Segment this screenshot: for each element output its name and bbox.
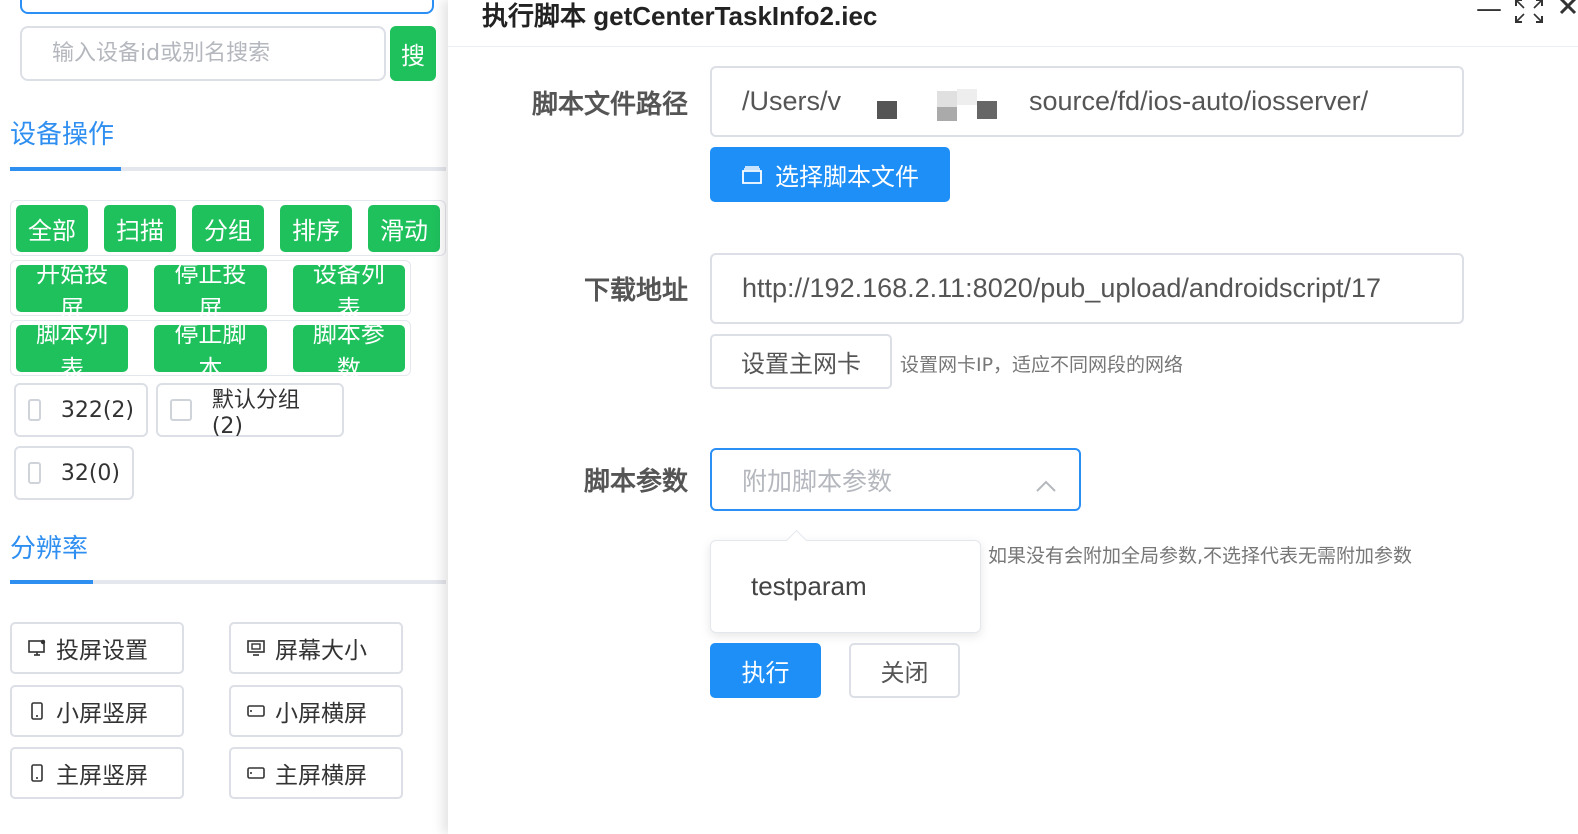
- device-ops-row-3: 脚本列表 停止脚本 脚本参数: [10, 320, 411, 383]
- group-checkbox-default[interactable]: 默认分组(2): [156, 383, 344, 439]
- portrait-icon: [26, 763, 48, 783]
- screen-size-button[interactable]: 屏幕大小: [229, 622, 403, 674]
- group-checkbox-322[interactable]: 322(2): [14, 383, 148, 437]
- landscape-icon: [245, 701, 267, 721]
- button-label: 选择脚本文件: [775, 164, 919, 191]
- sort-button[interactable]: 排序: [280, 205, 352, 252]
- script-params-hint: 如果没有会附加全局参数,不选择代表无需附加参数: [988, 545, 1413, 567]
- close-icon[interactable]: [1558, 0, 1578, 27]
- checkbox-box[interactable]: [28, 399, 41, 421]
- script-list-button[interactable]: 脚本列表: [16, 320, 129, 383]
- execute-script-dialog: 执行脚本 getCenterTaskInfo2.iec — 脚本文件路径 /Us…: [448, 0, 1578, 834]
- resolution-title: 分辨率: [10, 534, 89, 564]
- screen-size-icon: [245, 638, 267, 658]
- close-button[interactable]: 关闭: [849, 643, 960, 698]
- folder-icon: [741, 165, 763, 185]
- all-button[interactable]: 全部: [16, 205, 88, 252]
- cast-settings-button[interactable]: 投屏设置: [10, 622, 184, 674]
- portrait-icon: [26, 701, 48, 721]
- button-label: 屏幕大小: [275, 637, 367, 663]
- execute-button[interactable]: 执行: [710, 643, 821, 698]
- maximize-icon[interactable]: [1514, 0, 1544, 31]
- set-nic-hint: 设置网卡IP，适应不同网段的网络: [900, 354, 1184, 376]
- device-sidebar: 搜 设备操作 全部 扫描 分组 排序 滑动 开始投屏 停止投屏 设备列表 脚本列…: [0, 0, 448, 834]
- download-url-field[interactable]: http://192.168.2.11:8020/pub_upload/andr…: [710, 253, 1464, 324]
- main-portrait-button[interactable]: 主屏竖屏: [10, 747, 184, 799]
- device-search-input[interactable]: [20, 26, 386, 81]
- resolution-divider: [10, 580, 446, 584]
- button-label: 主屏横屏: [275, 762, 367, 788]
- dialog-title: 执行脚本 getCenterTaskInfo2.iec: [482, 1, 878, 31]
- download-url-text: http://192.168.2.11:8020/pub_upload/andr…: [742, 273, 1382, 303]
- button-label: 投屏设置: [56, 637, 148, 663]
- start-cast-button[interactable]: 开始投屏: [16, 260, 129, 323]
- script-path-label: 脚本文件路径: [531, 90, 688, 120]
- script-path-text-start: /Users/v: [742, 86, 842, 116]
- script-params-dropdown: testparam: [710, 529, 981, 633]
- device-list-button[interactable]: 设备列表: [292, 260, 405, 323]
- download-url-label: 下载地址: [583, 276, 688, 306]
- minimize-icon[interactable]: —: [1476, 0, 1502, 24]
- search-button[interactable]: 搜: [390, 26, 436, 81]
- group-checkbox-32[interactable]: 32(0): [14, 446, 134, 500]
- main-landscape-button[interactable]: 主屏横屏: [229, 747, 403, 799]
- group-label: 32(0): [60, 460, 120, 486]
- monitor-settings-icon: [26, 638, 48, 658]
- select-placeholder: 附加脚本参数: [742, 466, 893, 496]
- script-params-label: 脚本参数: [583, 467, 688, 497]
- group-button[interactable]: 分组: [192, 205, 264, 252]
- device-ops-title: 设备操作: [10, 120, 115, 150]
- swipe-button[interactable]: 滑动: [368, 205, 440, 252]
- group-label: 默认分组(2): [211, 387, 300, 439]
- dropdown-option-testparam[interactable]: testparam: [751, 571, 867, 602]
- device-ops-row-2: 开始投屏 停止投屏 设备列表: [10, 260, 411, 323]
- stop-cast-button[interactable]: 停止投屏: [154, 260, 267, 323]
- script-params-button[interactable]: 脚本参数: [292, 320, 405, 383]
- script-params-select[interactable]: 附加脚本参数: [710, 448, 1081, 511]
- scan-button[interactable]: 扫描: [104, 205, 176, 252]
- checkbox-box[interactable]: [28, 462, 41, 484]
- button-label: 小屏横屏: [275, 700, 367, 726]
- dialog-header: 执行脚本 getCenterTaskInfo2.iec —: [448, 0, 1578, 47]
- redacted-area: [841, 87, 1029, 121]
- choose-script-file-button[interactable]: 选择脚本文件: [710, 147, 950, 202]
- landscape-icon: [245, 763, 267, 783]
- script-path-field[interactable]: /Users/v source/fd/ios-auto/iosserver/: [710, 66, 1464, 137]
- group-label: 322(2): [60, 397, 134, 423]
- device-ops-row-1: 全部 扫描 分组 排序 滑动: [10, 200, 446, 256]
- small-portrait-button[interactable]: 小屏竖屏: [10, 685, 184, 737]
- stop-script-button[interactable]: 停止脚本: [154, 320, 267, 383]
- checkbox-box[interactable]: [170, 399, 192, 421]
- group-input[interactable]: [20, 0, 434, 14]
- small-landscape-button[interactable]: 小屏横屏: [229, 685, 403, 737]
- chevron-up-icon: [1035, 470, 1057, 499]
- device-ops-divider: [10, 167, 446, 171]
- set-main-nic-button[interactable]: 设置主网卡: [710, 334, 892, 389]
- button-label: 主屏竖屏: [56, 762, 148, 788]
- script-path-text-end: source/fd/ios-auto/iosserver/: [1029, 86, 1369, 116]
- dropdown-arrow: [785, 529, 808, 552]
- button-label: 小屏竖屏: [56, 700, 148, 726]
